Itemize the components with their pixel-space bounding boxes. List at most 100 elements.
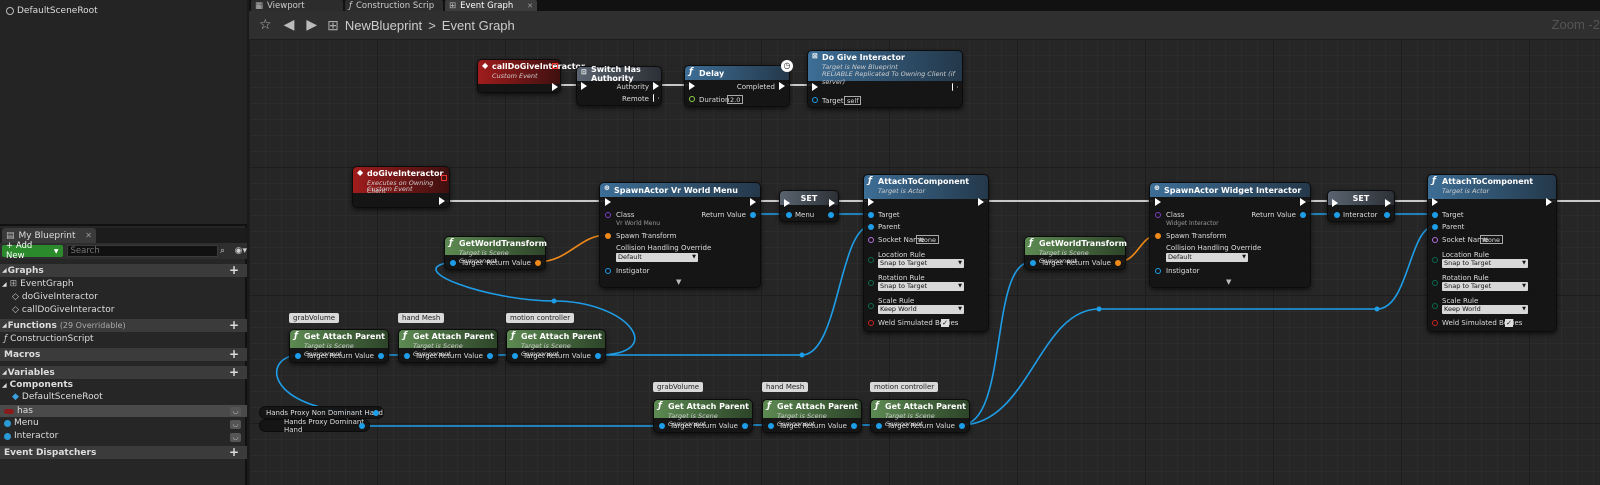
output-pin[interactable] — [373, 410, 379, 416]
rotation-rule-pin[interactable] — [1432, 280, 1438, 286]
target-pin[interactable] — [876, 423, 882, 429]
tab-event-graph[interactable]: ⊞ Event Graph ✕ — [445, 0, 537, 11]
rotation-rule-dropdown[interactable]: Snap to Target — [878, 282, 964, 291]
variable-item-interactor[interactable]: Interactor ◡ — [4, 431, 247, 442]
visibility-eye-icon[interactable]: ◡ — [230, 407, 241, 416]
section-graphs[interactable]: ◢ Graphs + — [0, 263, 247, 277]
exec-out-pin[interactable] — [1385, 199, 1391, 207]
node-get-attach-parent[interactable]: ƒ Get Attach Parent Target is Scene Comp… — [653, 399, 753, 433]
return-pin[interactable] — [535, 260, 541, 266]
search-input[interactable] — [66, 245, 218, 257]
output-pin[interactable] — [359, 423, 365, 429]
breadcrumb-blueprint[interactable]: NewBlueprint — [345, 18, 422, 33]
delegate-pin[interactable] — [552, 63, 558, 69]
node-spawnactor-widget-interactor[interactable]: ⊕ SpawnActor Widget Interactor Class Wid… — [1149, 182, 1311, 288]
graph-item-dogiveinteractor[interactable]: ◇ doGiveInteractor — [12, 292, 98, 302]
exec-out-pin[interactable] — [552, 83, 558, 91]
node-do-give-interactor-event[interactable]: ◆ doGiveInteractor Executes on Owning Cl… — [352, 166, 450, 208]
node-get-world-transform-1[interactable]: ƒ GetWorldTransform Target is Scene Comp… — [444, 236, 547, 270]
return-pin[interactable] — [1115, 260, 1121, 266]
section-functions[interactable]: ◢ Functions (29 Overridable) + — [0, 318, 247, 332]
add-new-button[interactable]: + Add New ▼ — [2, 241, 63, 261]
location-rule-pin[interactable] — [1432, 257, 1438, 263]
function-item-constructionscript[interactable]: ƒ ConstructionScript — [4, 334, 94, 344]
spawn-transform-pin[interactable] — [605, 233, 611, 239]
interactor-out-pin[interactable] — [1384, 212, 1390, 218]
spawn-transform-pin[interactable] — [1155, 233, 1161, 239]
menu-out-pin[interactable] — [828, 212, 834, 218]
delegate-pin[interactable] — [441, 175, 447, 181]
class-value[interactable]: Widget Interactor — [1166, 220, 1219, 227]
section-event-dispatchers[interactable]: Event Dispatchers + — [0, 445, 247, 459]
return-pin[interactable] — [851, 423, 857, 429]
forward-arrow-icon[interactable]: ▶ — [306, 17, 317, 33]
comment-bubble[interactable]: motion controller — [870, 382, 939, 392]
node-do-give-interactor[interactable]: ⊠ Do Give Interactor Target is New Bluep… — [807, 50, 963, 108]
tree-item-defaultsceneroot[interactable]: DefaultSceneRoot — [6, 6, 98, 16]
close-icon[interactable]: ✕ — [85, 231, 92, 240]
breadcrumb-graph[interactable]: Event Graph — [442, 18, 515, 33]
expand-chevron-icon[interactable]: ▼ — [676, 278, 681, 286]
location-rule-dropdown[interactable]: Snap to Target — [1442, 259, 1528, 268]
expand-chevron-icon[interactable]: ▼ — [1226, 278, 1231, 286]
node-get-attach-parent[interactable]: ƒ Get Attach Parent Target is Scene Comp… — [289, 329, 389, 363]
return-pin[interactable] — [378, 353, 384, 359]
target-pin[interactable] — [868, 212, 874, 218]
add-variable-button[interactable]: + — [229, 365, 239, 379]
back-arrow-icon[interactable]: ◀ — [284, 17, 295, 33]
star-icon[interactable]: ☆ — [259, 17, 272, 33]
target-pin[interactable] — [512, 353, 518, 359]
scale-rule-pin[interactable] — [868, 303, 874, 309]
exec-in-pin[interactable] — [868, 198, 874, 206]
visibility-eye-icon[interactable]: ◡ — [230, 433, 241, 442]
comment-bubble[interactable]: grabVolume — [653, 382, 704, 392]
return-pin[interactable] — [487, 353, 493, 359]
menu-in-pin[interactable] — [786, 212, 792, 218]
exec-in-pin[interactable] — [689, 82, 695, 90]
node-get-world-transform-2[interactable]: ƒ GetWorldTransform Target is Scene Comp… — [1024, 236, 1127, 270]
target-pin[interactable] — [450, 260, 456, 266]
comment-bubble[interactable]: hand Mesh — [762, 382, 809, 392]
node-get-attach-parent[interactable]: ƒ Get Attach Parent Target is Scene Comp… — [870, 399, 970, 433]
variable-item-has[interactable]: has ◡ — [0, 405, 247, 417]
class-value[interactable]: Vr World Menu — [616, 220, 660, 227]
eye-icon[interactable]: ◉▾ — [235, 246, 247, 256]
exec-out-pin[interactable] — [1300, 198, 1306, 206]
add-dispatcher-button[interactable]: + — [229, 445, 239, 459]
instigator-pin[interactable] — [605, 268, 611, 274]
exec-in-pin[interactable] — [1332, 199, 1338, 207]
target-pin[interactable] — [768, 423, 774, 429]
node-get-attach-parent[interactable]: ƒ Get Attach Parent Target is Scene Comp… — [506, 329, 606, 363]
event-graph-canvas[interactable]: ◆ callDoGiveInteractor Custom Event ⊡ Sw… — [249, 39, 1600, 485]
duration-input[interactable]: 2.0 — [727, 95, 744, 104]
duration-pin[interactable] — [689, 96, 695, 102]
return-pin[interactable] — [742, 423, 748, 429]
exec-in-pin[interactable] — [581, 82, 587, 90]
category-components[interactable]: ◢ Components — [2, 380, 73, 390]
scale-rule-pin[interactable] — [1432, 303, 1438, 309]
node-spawnactor-vr-world-menu[interactable]: ⊕ SpawnActor Vr World Menu Class Vr Worl… — [599, 182, 761, 288]
target-pin[interactable] — [1030, 260, 1036, 266]
node-delay[interactable]: ƒ Delay ◷ Completed Duration 2.0 — [684, 60, 793, 107]
rotation-rule-pin[interactable] — [868, 280, 874, 286]
location-rule-dropdown[interactable]: Snap to Target — [878, 259, 964, 268]
target-pin[interactable] — [295, 353, 301, 359]
add-function-button[interactable]: + — [229, 318, 239, 332]
comment-bubble[interactable]: hand Mesh — [398, 313, 445, 323]
variable-item-menu[interactable]: Menu ◡ — [4, 418, 247, 429]
node-attach-to-component-2[interactable]: ƒ AttachToComponent Target is Actor Targ… — [1427, 174, 1557, 332]
class-pin[interactable] — [605, 212, 611, 218]
target-pin[interactable] — [404, 353, 410, 359]
exec-in-pin[interactable] — [605, 198, 611, 206]
exec-out-pin[interactable] — [750, 198, 756, 206]
tab-construction-script[interactable]: ƒ Construction Scrip — [345, 0, 443, 11]
socket-input[interactable]: None — [1480, 235, 1503, 244]
weld-checkbox[interactable]: ✓ — [941, 319, 949, 327]
socket-pin[interactable] — [868, 237, 874, 243]
section-variables[interactable]: ◢ Variables + — [0, 365, 247, 379]
exec-out-pin[interactable] — [1546, 198, 1552, 206]
collision-dropdown[interactable]: Default — [1166, 253, 1248, 262]
location-rule-pin[interactable] — [868, 257, 874, 263]
exec-out-pin[interactable] — [439, 197, 445, 205]
graph-item-eventgraph[interactable]: ◢ ⊞ EventGraph — [2, 279, 74, 289]
